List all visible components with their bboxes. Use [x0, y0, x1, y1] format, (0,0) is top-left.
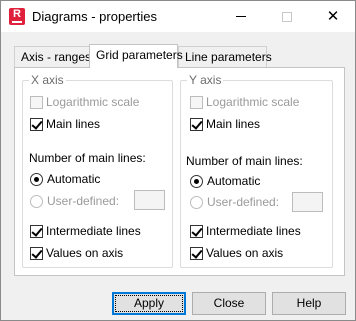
y-automatic-radio-dot	[190, 174, 203, 188]
x-values-checkbox-box	[30, 246, 43, 260]
y-intermediate-checkbox-box	[190, 224, 203, 238]
close-icon: ✕	[326, 8, 340, 25]
y-logarithmic-checkbox-box	[190, 95, 203, 109]
app-logo-icon: R	[9, 8, 25, 25]
help-button[interactable]: Help	[272, 292, 346, 315]
title-bar[interactable]: R Diagrams - properties ✕	[1, 1, 355, 32]
y-intermediate-label: Intermediate lines	[206, 224, 301, 238]
x-axis-group: X axis Logarithmic scale Main lines Numb…	[22, 73, 173, 268]
y-axis-group: Y axis Logarithmic scale Main lines Numb…	[180, 73, 333, 268]
maximize-icon	[282, 11, 292, 22]
x-intermediate-label: Intermediate lines	[46, 224, 141, 238]
close-button[interactable]: Close	[192, 292, 266, 315]
y-main-lines-checkbox[interactable]: Main lines	[190, 117, 260, 131]
y-values-checkbox-box	[190, 246, 203, 260]
y-values-label: Values on axis	[206, 246, 284, 260]
y-main-lines-label: Main lines	[206, 117, 261, 131]
x-number-of-main-lines-label: Number of main lines:	[29, 151, 146, 165]
x-user-defined-label: User-defined:	[47, 194, 120, 208]
x-logarithmic-scale-checkbox[interactable]: Logarithmic scale	[30, 95, 139, 109]
tab-line-parameters[interactable]: Line parameters	[178, 46, 272, 68]
properties-dialog: R Diagrams - properties ✕ Axis - ranges …	[0, 0, 356, 321]
y-logarithmic-label: Logarithmic scale	[206, 95, 300, 109]
x-user-defined-input[interactable]	[134, 190, 165, 210]
x-values-on-axis-checkbox[interactable]: Values on axis	[30, 246, 123, 260]
x-main-lines-label: Main lines	[46, 117, 101, 131]
x-logarithmic-checkbox-box	[30, 95, 43, 109]
apply-button[interactable]: Apply	[112, 292, 186, 315]
x-axis-legend: X axis	[29, 73, 66, 87]
tab-axis-ranges[interactable]: Axis - ranges	[14, 46, 91, 68]
maximize-button	[264, 1, 310, 32]
y-main-lines-checkbox-box	[190, 117, 203, 131]
window-title: Diagrams - properties	[32, 9, 157, 24]
x-intermediate-checkbox-box	[30, 224, 43, 238]
x-user-defined-radio-dot	[30, 194, 43, 208]
minimize-button[interactable]	[218, 1, 264, 32]
x-values-label: Values on axis	[46, 246, 124, 260]
y-user-defined-input[interactable]	[292, 192, 323, 212]
y-user-defined-radio-dot	[190, 195, 203, 209]
y-intermediate-lines-checkbox[interactable]: Intermediate lines	[190, 224, 301, 238]
x-automatic-label: Automatic	[47, 172, 101, 186]
y-user-defined-radio[interactable]: User-defined:	[190, 195, 279, 209]
x-automatic-radio[interactable]: Automatic	[30, 172, 100, 186]
minimize-icon	[236, 16, 246, 17]
x-logarithmic-label: Logarithmic scale	[46, 95, 140, 109]
x-main-lines-checkbox-box	[30, 117, 43, 131]
tab-grid-parameters[interactable]: Grid parameters	[89, 44, 183, 68]
y-values-on-axis-checkbox[interactable]: Values on axis	[190, 246, 283, 260]
x-user-defined-radio[interactable]: User-defined:	[30, 194, 119, 208]
grid-parameters-panel: X axis Logarithmic scale Main lines Numb…	[14, 67, 345, 276]
close-window-button[interactable]: ✕	[310, 1, 356, 32]
y-axis-legend: Y axis	[187, 73, 224, 87]
y-automatic-label: Automatic	[207, 174, 261, 188]
x-intermediate-lines-checkbox[interactable]: Intermediate lines	[30, 224, 141, 238]
x-main-lines-checkbox[interactable]: Main lines	[30, 117, 100, 131]
y-logarithmic-scale-checkbox[interactable]: Logarithmic scale	[190, 95, 299, 109]
y-number-of-main-lines-label: Number of main lines:	[186, 154, 303, 168]
y-user-defined-label: User-defined:	[207, 195, 280, 209]
x-automatic-radio-dot	[30, 172, 43, 186]
y-automatic-radio[interactable]: Automatic	[190, 174, 260, 188]
